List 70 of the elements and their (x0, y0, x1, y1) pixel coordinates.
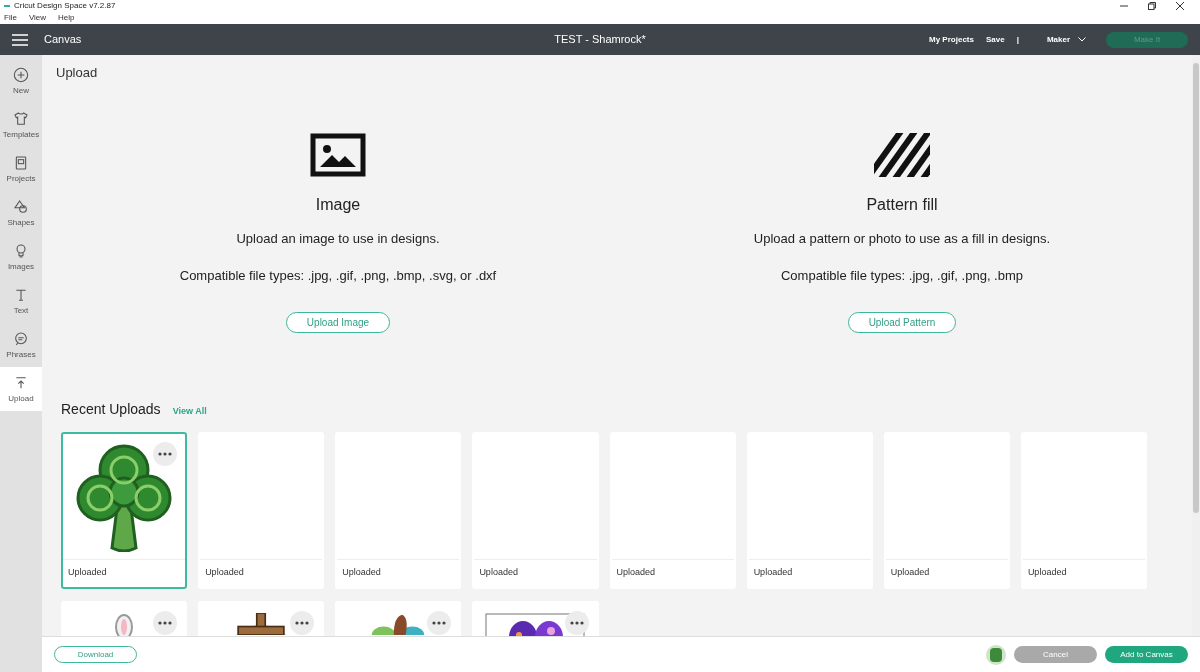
more-options-button[interactable] (153, 441, 178, 466)
upload-card[interactable]: Uploaded (472, 431, 599, 589)
speech-bubble-icon (13, 331, 29, 347)
card-label: Uploaded (616, 566, 656, 580)
menu-item[interactable]: File (4, 13, 17, 22)
option-title: Image (315, 194, 361, 215)
card-label: Uploaded (342, 566, 381, 580)
stripes-icon (874, 132, 930, 177)
header-link[interactable]: My Projects (929, 33, 974, 46)
section-heading: Recent Uploads (61, 399, 161, 419)
document-icon (13, 155, 29, 171)
card-label: Uploaded (68, 566, 107, 580)
upload-card[interactable]: Uploaded (1020, 431, 1147, 589)
card-label: Uploaded (205, 566, 244, 580)
more-icon (569, 620, 584, 625)
file-types-text: Compatible file types: .jpg, .gif, .png, .bmp, .svg, or .dxf (179, 267, 497, 285)
upload-card[interactable]: Uploaded (198, 431, 325, 589)
sidebar-item[interactable]: Upload (0, 367, 42, 411)
sidebar-item[interactable]: Shapes (0, 191, 42, 235)
bulb-icon (13, 243, 29, 259)
upload-card[interactable]: Uploaded (61, 431, 188, 589)
sidebar-item[interactable]: Phrases (0, 323, 42, 367)
upload-card[interactable]: Uploaded (335, 431, 462, 589)
upload-card[interactable]: Uploaded (883, 431, 1010, 589)
page-title: Upload (56, 64, 99, 82)
project-title: TEST - Shamrock* (554, 32, 646, 48)
menu-item[interactable]: Help (58, 13, 75, 22)
menu-icon[interactable] (12, 33, 28, 46)
sidebar-item[interactable]: Text (0, 279, 42, 323)
more-icon (158, 620, 173, 625)
more-options-button[interactable] (427, 610, 452, 635)
option-title: Pattern fill (866, 194, 938, 215)
menu-item[interactable]: View (28, 13, 47, 22)
section-title: Canvas (44, 32, 82, 48)
file-types-text: Compatible file types: .jpg, .gif, .png, .bmp (780, 267, 1024, 285)
upload-icon (13, 375, 29, 391)
more-options-button[interactable] (290, 610, 315, 635)
more-icon (432, 620, 447, 625)
header-link[interactable]: Save (985, 33, 1005, 46)
upload-card[interactable] (198, 600, 325, 636)
option-description: Upload an image to use in designs. (236, 229, 440, 248)
shirt-icon (13, 111, 29, 127)
machine-dropdown[interactable]: Maker (1046, 33, 1086, 46)
image-icon (310, 132, 366, 177)
sidebar-item[interactable]: Projects (0, 147, 42, 191)
text-icon (13, 287, 29, 303)
window-title: Cricut Design Space v7.2.87 (4, 1, 116, 10)
upload-card[interactable]: Uploaded (609, 431, 736, 589)
upload-card[interactable] (335, 600, 462, 636)
card-label: Uploaded (890, 566, 930, 580)
more-icon (158, 451, 173, 456)
more-options-button[interactable] (564, 610, 589, 635)
upload-card[interactable] (472, 600, 599, 636)
sidebar-item[interactable]: Images (0, 235, 42, 279)
card-label: Uploaded (479, 566, 518, 580)
thumbnail-preview (986, 644, 1006, 665)
restore-icon[interactable] (1148, 1, 1156, 10)
close-icon[interactable] (1176, 1, 1184, 10)
separator-text: | (1016, 33, 1019, 46)
sidebar-item[interactable]: New (0, 59, 42, 103)
card-label: Uploaded (753, 566, 793, 580)
more-icon (295, 620, 310, 625)
shapes-icon (13, 199, 29, 215)
card-label: Uploaded (1027, 566, 1067, 580)
upload-card[interactable]: Uploaded (746, 431, 873, 589)
more-options-button[interactable] (153, 610, 178, 635)
plus-icon (13, 67, 29, 83)
sidebar-item[interactable]: Templates (0, 103, 42, 147)
chevron-down-icon (1078, 37, 1086, 42)
option-description: Upload a pattern or photo to use as a fill in designs. (753, 229, 1051, 248)
